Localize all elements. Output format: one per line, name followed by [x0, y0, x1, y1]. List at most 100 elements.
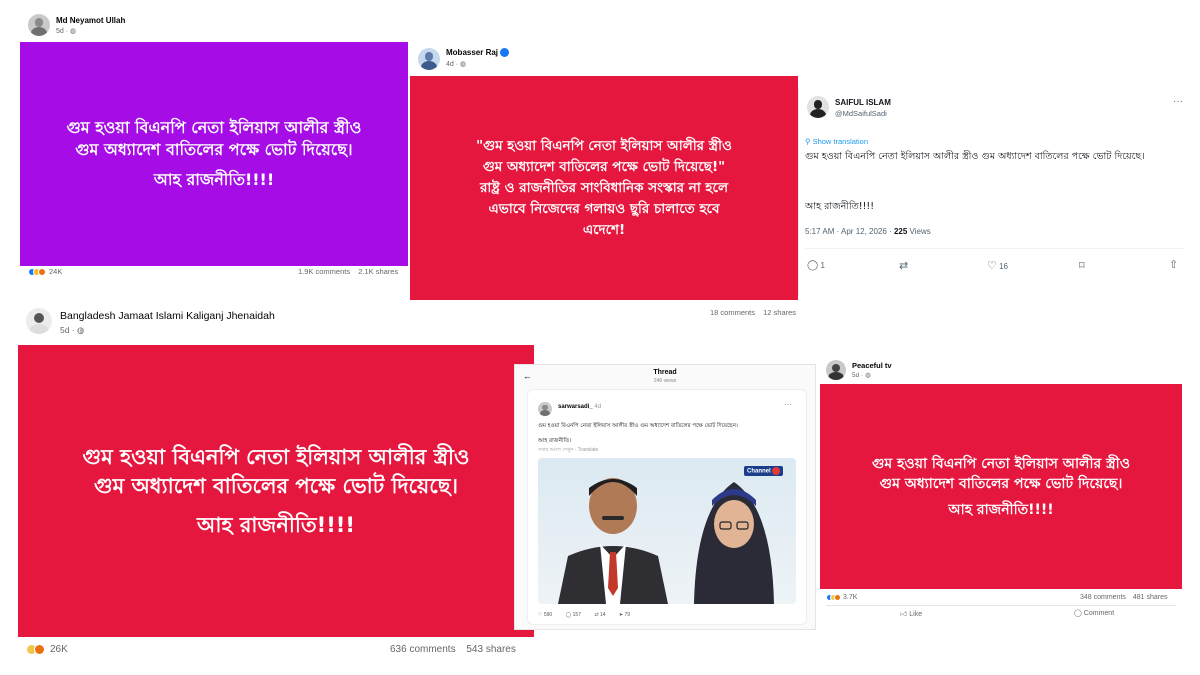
reaction-count: 24K — [49, 267, 63, 276]
thread-actions: ♡ 590 ◯ 157 ⇄ 14 ➤ 79 — [538, 612, 630, 618]
globe-icon: ◍ — [865, 372, 871, 379]
translate-icon: ⚲ — [805, 137, 813, 146]
comment-icon: ◯ — [565, 612, 572, 618]
post-time: 5d · ◍ — [60, 325, 85, 335]
thread-title: Thread — [653, 369, 677, 376]
reply-button[interactable]: ◯ 1 — [807, 260, 825, 271]
tweet-text-line2: আহ রাজনীতি!!!! — [805, 201, 875, 212]
divider — [805, 248, 1185, 249]
reaction-count: 3.7K — [843, 594, 858, 601]
thread-user[interactable]: sarwarsadi_ 4d — [558, 404, 601, 410]
channel-logo: Channel — [744, 466, 784, 476]
share-button[interactable]: ➤ 79 — [619, 612, 630, 618]
angry-reaction-icon — [834, 594, 841, 601]
banner-line: গুম অধ্যাদেশ বাতিলের পক্ষে ভোট দিয়েছে। — [879, 475, 1123, 492]
banner-line: এদেশে! — [582, 221, 626, 238]
like-button[interactable]: ♡ 16 — [987, 259, 1008, 272]
photo-woman — [694, 482, 774, 604]
thread-screenshot: ← Thread 246 views sarwarsadi_ 4d ··· গু… — [514, 364, 816, 630]
avatar[interactable] — [538, 402, 552, 416]
comment-share-counts: 636 comments 543 shares — [390, 644, 516, 655]
comments-count[interactable]: 636 comments — [390, 644, 456, 655]
avatar[interactable] — [26, 308, 52, 334]
thread-text: গুম হওয়া বিএনপি নেতা ইলিয়াস আলীর স্ত্র… — [538, 423, 738, 429]
banner-line: রাষ্ট্র ও রাজনীতির সাংবিধানিক সংস্কার না… — [479, 179, 729, 196]
thread-photo[interactable]: Channel — [538, 458, 796, 604]
comment-share-counts: 1.9K comments 2.1K shares — [298, 267, 398, 276]
post-banner: "গুম হওয়া বিএনপি নেতা ইলিয়াস আলীর স্ত্… — [410, 76, 798, 300]
thread-views: 246 views — [653, 378, 677, 384]
like-button[interactable]: ♡ 590 — [538, 612, 552, 618]
tweet-text: গুম হওয়া বিএনপি নেতা ইলিয়াস আলীর স্ত্র… — [805, 151, 1145, 162]
shares-count[interactable]: 12 shares — [763, 308, 796, 317]
banner-line: গুম হওয়া বিএনপি নেতা ইলিয়াস আলীর স্ত্র… — [66, 118, 362, 137]
globe-icon: ◍ — [460, 61, 467, 68]
bookmark-button[interactable]: ⌑ — [1079, 259, 1085, 272]
post-banner: গুম হওয়া বিএনপি নেতা ইলিয়াস আলীর স্ত্র… — [820, 384, 1182, 589]
avatar[interactable] — [807, 96, 829, 118]
like-action-button[interactable]: 👍︎ Like — [900, 609, 922, 618]
tweet-timestamp: 5:17 AM · Apr 12, 2026 · 225 Views — [805, 227, 931, 236]
author-name[interactable]: SAIFUL ISLAM — [835, 98, 891, 107]
reaction-count: 26K — [50, 644, 68, 655]
shares-count[interactable]: 481 shares — [1133, 594, 1168, 601]
banner-line: "গুম হওয়া বিএনপি নেতা ইলিয়াস আলীর স্ত্… — [476, 137, 732, 154]
reaction-summary[interactable]: 3.7K — [826, 594, 857, 601]
comments-count[interactable]: 348 comments — [1080, 594, 1126, 601]
verified-badge-icon — [500, 48, 510, 58]
author-handle[interactable]: @MdSaifulSadi — [835, 109, 887, 118]
comments-count[interactable]: 18 comments — [710, 308, 755, 317]
author-name[interactable]: Mobasser Raj — [446, 48, 510, 58]
globe-icon: ◍ — [70, 28, 77, 35]
author-name[interactable]: Md Neyamot Ullah — [56, 16, 125, 25]
share-button[interactable]: ⇧ — [1169, 258, 1178, 271]
banner-line: আহ রাজনীতি!!!! — [948, 501, 1054, 518]
action-divider — [826, 605, 1176, 606]
banner-line: গুম অধ্যাদেশ বাতিলের পক্ষে ভোট দিয়েছে!" — [482, 158, 726, 175]
comment-button[interactable]: ◯ 157 — [566, 612, 581, 618]
translate-row[interactable]: সবার আগে দেখুন · Translate — [538, 447, 598, 455]
comment-action-button[interactable]: ◯ Comment — [1074, 609, 1114, 617]
author-name[interactable]: Bangladesh Jamaat Islami Kaliganj Jhenai… — [60, 310, 275, 322]
retweet-icon: ⇄ — [899, 260, 909, 272]
post-card-1: Md Neyamot Ullah 5d · ◍ গুম হওয়া বিএনপি… — [18, 8, 410, 284]
tweet-card: SAIFUL ISLAM @MdSaifulSadi ··· ⚲ Show tr… — [798, 88, 1198, 296]
banner-line: গুম অধ্যাদেশ বাতিলের পক্ষে ভোট দিয়েছে। — [75, 140, 353, 159]
post-banner: গুম হওয়া বিএনপি নেতা ইলিয়াস আলীর স্ত্র… — [20, 42, 408, 266]
photo-man — [558, 478, 668, 604]
angry-reaction-icon — [38, 267, 46, 276]
thumbs-up-icon: 👍︎ — [900, 611, 908, 618]
more-options-icon[interactable]: ··· — [784, 400, 792, 409]
post-card-2: Mobasser Raj 4d · ◍ "গুম হওয়া বিএনপি নে… — [410, 42, 812, 325]
globe-icon: ◍ — [77, 325, 85, 335]
more-options-icon[interactable]: ··· — [1173, 96, 1183, 107]
banner-line: গুম অধ্যাদেশ বাতিলের পক্ষে ভোট দিয়েছে। — [94, 473, 458, 498]
shares-count[interactable]: 543 shares — [466, 644, 515, 655]
banner-line: আহ রাজনীতি!!!! — [153, 170, 275, 189]
author-name[interactable]: Peaceful tv — [852, 361, 892, 370]
heart-icon: ♡ — [538, 612, 543, 618]
reply-icon: ◯ — [807, 260, 819, 271]
comment-share-counts: 18 comments 12 shares — [710, 308, 796, 317]
send-icon: ➤ — [618, 612, 624, 618]
reaction-summary[interactable]: 26K — [26, 644, 68, 655]
show-translation-link[interactable]: ⚲ Show translation — [805, 137, 868, 146]
retweet-button[interactable]: ⇄ — [899, 259, 908, 272]
heart-icon: ♡ — [987, 260, 997, 272]
comments-count[interactable]: 1.9K comments — [298, 267, 350, 276]
avatar[interactable] — [826, 360, 846, 380]
shares-count[interactable]: 2.1K shares — [358, 267, 398, 276]
post-time: 5d · ◍ — [852, 372, 871, 379]
post-banner: গুম হওয়া বিএনপি নেতা ইলিয়াস আলীর স্ত্র… — [18, 345, 534, 637]
angry-reaction-icon — [34, 644, 45, 655]
reaction-summary[interactable]: 24K — [28, 267, 62, 276]
like-count: 16 — [999, 262, 1009, 271]
post-card-3: Bangladesh Jamaat Islami Kaliganj Jhenai… — [16, 300, 536, 670]
repost-button[interactable]: ⇄ 14 — [594, 612, 605, 618]
avatar[interactable] — [28, 14, 50, 36]
banner-line: আহ রাজনীতি!!!! — [197, 512, 355, 537]
bookmark-icon: ⌑ — [1079, 260, 1085, 272]
avatar[interactable] — [418, 48, 440, 70]
banner-line: গুম হওয়া বিএনপি নেতা ইলিয়াস আলীর স্ত্র… — [82, 444, 470, 469]
repost-icon: ⇄ — [594, 612, 599, 618]
